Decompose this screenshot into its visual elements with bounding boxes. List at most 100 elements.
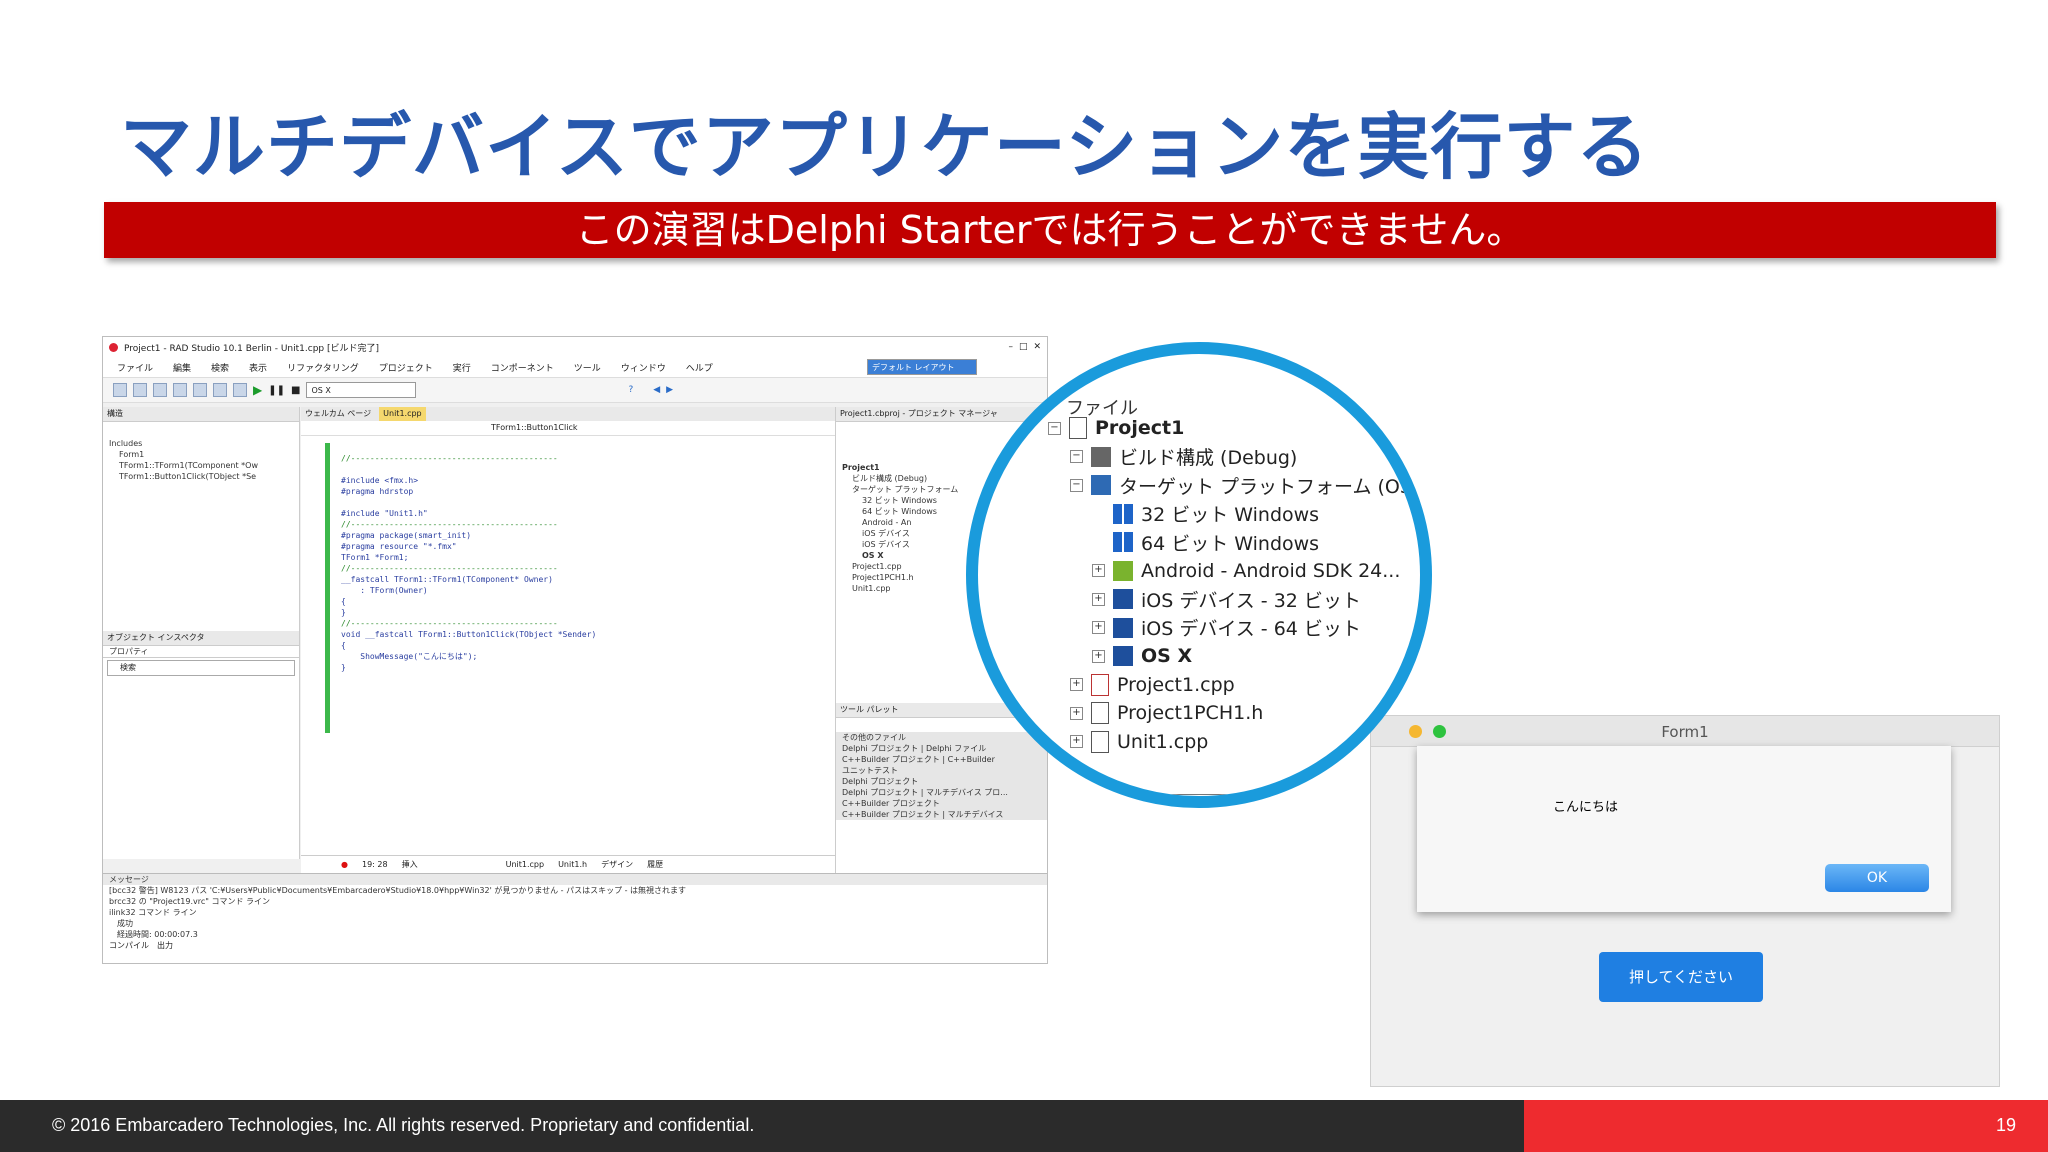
code-line[interactable]: __fastcall TForm1::TForm1(TComponent* Ow… bbox=[341, 574, 901, 585]
minimize-icon[interactable]: – bbox=[1008, 342, 1013, 352]
code-line[interactable]: void __fastcall TForm1::Button1Click(TOb… bbox=[341, 629, 901, 640]
save-icon[interactable] bbox=[153, 383, 167, 397]
code-line[interactable]: //--------------------------------------… bbox=[341, 618, 901, 629]
editor-tab-design[interactable]: デザイン bbox=[601, 856, 633, 874]
menu-search[interactable]: 検索 bbox=[211, 361, 229, 374]
zoom-tree-item[interactable]: − Project1 bbox=[1048, 414, 1420, 443]
new-icon[interactable] bbox=[113, 383, 127, 397]
zoom-tree-item[interactable]: − ビルド構成 (Debug) bbox=[1048, 443, 1420, 472]
layout-select[interactable]: デフォルト レイアウト bbox=[867, 359, 977, 375]
maximize-icon[interactable]: □ bbox=[1019, 342, 1028, 352]
stop-icon[interactable]: ■ bbox=[291, 385, 300, 396]
toolbar-icon-6[interactable] bbox=[213, 383, 227, 397]
toolbar-icon-5[interactable] bbox=[193, 383, 207, 397]
code-line[interactable]: ShowMessage("こんにちは"); bbox=[341, 651, 901, 662]
palette-item[interactable]: C++Builder プロジェクト bbox=[836, 798, 1047, 809]
expand-icon[interactable]: + bbox=[1092, 564, 1105, 578]
push-button[interactable]: 押してください bbox=[1599, 952, 1763, 1002]
expand-icon[interactable]: − bbox=[1070, 450, 1083, 464]
run-icon[interactable]: ▶ bbox=[253, 383, 262, 397]
palette-item[interactable]: Delphi プロジェクト bbox=[836, 776, 1047, 787]
open-icon[interactable] bbox=[133, 383, 147, 397]
expand-icon[interactable]: − bbox=[1070, 478, 1083, 492]
expand-icon[interactable]: + bbox=[1070, 735, 1083, 749]
menu-file[interactable]: ファイル bbox=[117, 361, 153, 374]
menu-run[interactable]: 実行 bbox=[453, 361, 471, 374]
code-line[interactable]: #pragma hdrstop bbox=[341, 486, 901, 497]
code-line[interactable]: //--------------------------------------… bbox=[341, 563, 901, 574]
tab-unit1[interactable]: Unit1.cpp bbox=[379, 407, 426, 421]
toolbar-icon-7[interactable] bbox=[233, 383, 247, 397]
properties-tab[interactable]: プロパティ bbox=[103, 646, 299, 658]
expand-icon[interactable]: + bbox=[1070, 706, 1083, 720]
code-line[interactable]: } bbox=[341, 662, 901, 673]
code-text[interactable]: //--------------------------------------… bbox=[341, 453, 901, 673]
message-line[interactable]: 成功 bbox=[103, 918, 1047, 929]
palette-item[interactable]: Delphi プロジェクト | マルチデバイス プロ... bbox=[836, 787, 1047, 798]
code-line[interactable]: //--------------------------------------… bbox=[341, 453, 901, 464]
code-line[interactable]: #include "Unit1.h" bbox=[341, 508, 901, 519]
editor-tab-history[interactable]: 履歴 bbox=[647, 856, 663, 874]
ok-button[interactable]: OK bbox=[1825, 864, 1929, 892]
structure-item[interactable]: TForm1::TForm1(TComponent *Ow bbox=[103, 460, 299, 471]
inspector-search-input[interactable]: 検索 bbox=[107, 660, 295, 676]
zoom-tree-item[interactable]: + iOS デバイス - 64 ビット bbox=[1048, 614, 1420, 643]
palette-item[interactable]: その他のファイル bbox=[836, 732, 1047, 743]
zoom-tree-item[interactable]: 32 ビット Windows bbox=[1048, 500, 1420, 529]
menu-component[interactable]: コンポーネント bbox=[491, 361, 554, 374]
zoom-model-tab[interactable]: モデル ... bbox=[1126, 794, 1266, 796]
zoom-tree-item[interactable]: 64 ビット Windows bbox=[1048, 528, 1420, 557]
menu-window[interactable]: ウィンドウ bbox=[621, 361, 666, 374]
zoom-tree-item[interactable]: + Android - Android SDK 24... bbox=[1048, 557, 1420, 586]
editor-tab-unit1h[interactable]: Unit1.h bbox=[558, 856, 587, 874]
code-line[interactable]: #include <fmx.h> bbox=[341, 475, 901, 486]
zoom-tree-item[interactable]: + Project1.cpp bbox=[1048, 671, 1420, 700]
tab-output[interactable]: 出力 bbox=[157, 940, 173, 951]
expand-icon[interactable]: + bbox=[1070, 678, 1083, 692]
palette-item[interactable]: Delphi プロジェクト | Delphi ファイル bbox=[836, 743, 1047, 754]
code-line[interactable]: #pragma resource "*.fmx" bbox=[341, 541, 901, 552]
back-icon[interactable]: ◀ bbox=[653, 385, 660, 395]
structure-item[interactable]: Includes bbox=[103, 438, 299, 449]
code-line[interactable]: TForm1 *Form1; bbox=[341, 552, 901, 563]
code-line[interactable] bbox=[341, 464, 901, 475]
structure-item[interactable]: Form1 bbox=[103, 449, 299, 460]
message-line[interactable]: [bcc32 警告] W8123 パス 'C:¥Users¥Public¥Doc… bbox=[103, 885, 1047, 896]
code-line[interactable]: } bbox=[341, 607, 901, 618]
code-line[interactable] bbox=[341, 497, 901, 508]
help-icon[interactable]: ? bbox=[628, 385, 633, 395]
menu-project[interactable]: プロジェクト bbox=[379, 361, 433, 374]
message-line[interactable]: ilink32 コマンド ライン bbox=[103, 907, 1047, 918]
save-all-icon[interactable] bbox=[173, 383, 187, 397]
close-icon[interactable]: ✕ bbox=[1033, 342, 1041, 352]
code-line[interactable]: { bbox=[341, 640, 901, 651]
tab-welcome[interactable]: ウェルカム ページ bbox=[305, 407, 371, 421]
code-line[interactable]: : TForm(Owner) bbox=[341, 585, 901, 596]
menu-edit[interactable]: 編集 bbox=[173, 361, 191, 374]
code-line[interactable]: #pragma package(smart_init) bbox=[341, 530, 901, 541]
zoom-tree-item[interactable]: + OS X bbox=[1048, 642, 1420, 671]
expand-icon[interactable]: + bbox=[1092, 592, 1105, 606]
expand-icon[interactable]: + bbox=[1092, 621, 1105, 635]
menu-tools[interactable]: ツール bbox=[574, 361, 601, 374]
code-line[interactable]: //--------------------------------------… bbox=[341, 519, 901, 530]
editor-tab-unit1cpp[interactable]: Unit1.cpp bbox=[506, 856, 544, 874]
menu-refactor[interactable]: リファクタリング bbox=[287, 361, 359, 374]
palette-item[interactable]: ユニットテスト bbox=[836, 765, 1047, 776]
palette-item[interactable]: C++Builder プロジェクト | マルチデバイス bbox=[836, 809, 1047, 820]
tab-compile[interactable]: コンパイル bbox=[109, 940, 149, 951]
zoom-tree-item[interactable]: + Project1PCH1.h bbox=[1048, 699, 1420, 728]
expand-icon[interactable]: + bbox=[1092, 649, 1105, 663]
pause-icon[interactable]: ❚❚ bbox=[268, 385, 285, 396]
platform-select[interactable]: OS X bbox=[306, 382, 417, 398]
message-line[interactable]: brcc32 の "Project19.vrc" コマンド ライン bbox=[103, 896, 1047, 907]
forward-icon[interactable]: ▶ bbox=[666, 385, 673, 395]
message-line[interactable]: 経過時間: 00:00:07.3 bbox=[103, 929, 1047, 940]
zoom-tree-item[interactable]: + iOS デバイス - 32 ビット bbox=[1048, 585, 1420, 614]
menu-view[interactable]: 表示 bbox=[249, 361, 267, 374]
code-line[interactable]: { bbox=[341, 596, 901, 607]
zoom-second-tab[interactable]: デ bbox=[1264, 794, 1281, 796]
palette-item[interactable]: C++Builder プロジェクト | C++Builder bbox=[836, 754, 1047, 765]
structure-item[interactable]: TForm1::Button1Click(TObject *Se bbox=[103, 471, 299, 482]
expand-icon[interactable]: − bbox=[1048, 421, 1061, 435]
